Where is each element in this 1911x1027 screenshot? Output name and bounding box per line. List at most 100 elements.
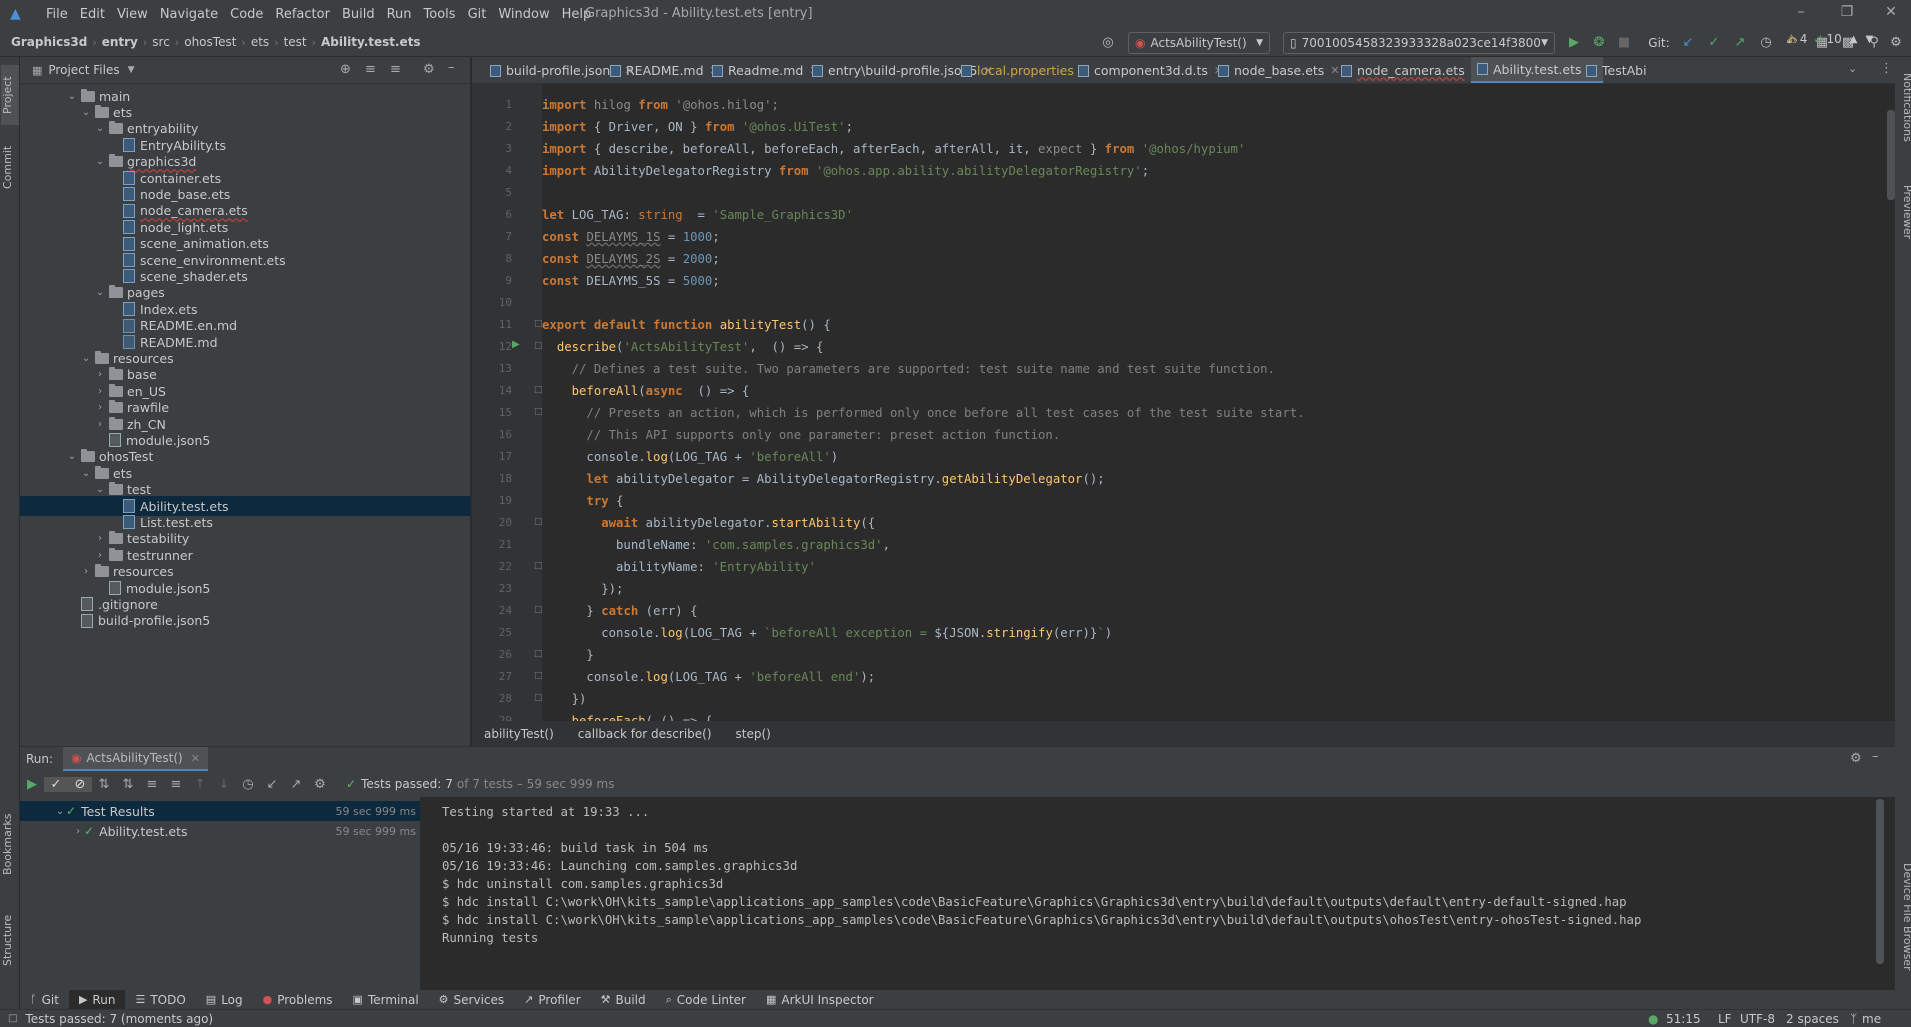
sort-alpha-icon[interactable]: ⇅ [92, 777, 116, 792]
device-select[interactable]: ▯ 7001005458323933328a023ce14f3800 ▼ [1283, 32, 1555, 54]
close-tab-icon[interactable]: ✕ [191, 752, 200, 765]
cursor-position[interactable]: 51:15 [1666, 1012, 1701, 1026]
chevron-down-icon[interactable]: ⌄ [66, 91, 78, 102]
menu-run[interactable]: Run [381, 7, 418, 22]
project-panel-title[interactable]: Project Files [48, 63, 119, 77]
chevron-down-icon[interactable]: ▼ [128, 65, 135, 75]
chevron-right-icon[interactable]: › [80, 566, 92, 577]
tool-tab-code-linter[interactable]: ⌕ Code Linter [656, 990, 756, 1009]
breadcrumb-item[interactable]: entry [99, 35, 141, 49]
collapse-all-icon[interactable]: ≡ [390, 62, 401, 77]
side-tab-structure[interactable]: Structure [1, 905, 19, 975]
show-passed-icon[interactable]: ✓ [44, 776, 68, 792]
side-tab-device-file-browser[interactable]: Device File Browser [1896, 857, 1911, 977]
editor-tab[interactable]: node_camera.ets✕ [1335, 57, 1486, 83]
collapse-all-icon[interactable]: ≡ [164, 777, 188, 792]
editor-tab[interactable]: component3d.d.ts✕ [1072, 57, 1229, 83]
chevron-right-icon[interactable]: › [94, 419, 106, 430]
hide-icon[interactable]: – [1872, 749, 1879, 764]
breadcrumb-item[interactable]: src [149, 35, 173, 49]
tool-tab-arkui-inspector[interactable]: ▦ ArkUI Inspector [756, 990, 884, 1009]
tool-tab-build[interactable]: ⚒ Build [591, 990, 656, 1009]
chevron-right-icon[interactable]: › [94, 386, 106, 397]
expand-all-icon[interactable]: ≡ [365, 62, 376, 77]
debug-icon[interactable]: ❂ [1589, 33, 1609, 53]
tool-tab-profiler[interactable]: ↗ Profiler [514, 990, 590, 1009]
code-area[interactable]: import hilog from '@ohos.hilog'; import {… [542, 84, 1904, 721]
test-file-row[interactable]: › ✓ Ability.test.ets 59 sec 999 ms [20, 821, 420, 841]
tool-tab-run[interactable]: ▶ Run [68, 990, 126, 1009]
tool-tab-log[interactable]: ▤ Log [196, 990, 253, 1009]
crumb-item[interactable]: abilityTest() [472, 727, 566, 741]
tool-tab-todo[interactable]: ☰ TODO [125, 990, 195, 1009]
menu-tools[interactable]: Tools [418, 7, 462, 22]
chevron-right-icon[interactable]: › [94, 369, 106, 380]
tab-list-icon[interactable]: ⌄ [1848, 62, 1857, 75]
run-test-icon[interactable]: ▶ [512, 339, 520, 350]
run-icon[interactable]: ▶ [1564, 33, 1584, 53]
chevron-down-icon[interactable]: ⌄ [66, 451, 78, 462]
menu-view[interactable]: View [111, 7, 154, 22]
chevron-down-icon[interactable]: ⌄ [80, 107, 92, 118]
show-ignored-icon[interactable]: ⊘ [68, 776, 92, 792]
breadcrumb-item[interactable]: ohosTest [181, 35, 239, 49]
chevron-down-icon[interactable]: ⌄ [94, 123, 106, 134]
chevron-down-icon[interactable]: ⌄ [94, 287, 106, 298]
stop-icon[interactable]: ■ [1614, 33, 1634, 53]
hide-icon[interactable]: – [448, 60, 455, 75]
indent-setting[interactable]: 2 spaces [1786, 1012, 1839, 1026]
menu-git[interactable]: Git [462, 7, 493, 22]
chevron-down-icon[interactable]: ⌄ [80, 353, 92, 364]
menu-window[interactable]: Window [492, 7, 555, 22]
expand-all-icon[interactable]: ≡ [140, 777, 164, 792]
git-commit-icon[interactable]: ✓ [1704, 33, 1724, 53]
menu-refactor[interactable]: Refactor [269, 7, 336, 22]
breadcrumb-item[interactable]: Ability.test.ets [318, 35, 424, 49]
close-icon[interactable]: ✕ [1876, 4, 1906, 20]
git-push-icon[interactable]: ↗ [1730, 33, 1750, 53]
history-icon[interactable]: ◷ [236, 777, 260, 792]
prev-failed-icon[interactable]: ↑ [188, 777, 212, 792]
side-tab-previewer[interactable]: Previewer [1896, 177, 1911, 247]
side-tab-commit[interactable]: Commit [1, 137, 19, 197]
side-tab-notifications[interactable]: Notifications [1896, 67, 1911, 147]
locate-icon[interactable]: ⊕ [340, 62, 351, 77]
tree-item[interactable]: build-profile.json5 [20, 611, 470, 631]
breadcrumb-item[interactable]: ets [248, 35, 272, 49]
console-output[interactable]: Testing started at 19:33 ... 05/16 19:33:… [430, 797, 1875, 991]
chevron-down-icon[interactable]: ▼ [1865, 34, 1873, 45]
status-message[interactable]: Tests passed: 7 (moments ago) [25, 1012, 213, 1026]
chevron-down-icon[interactable]: ⌄ [94, 156, 106, 167]
menu-file[interactable]: File [40, 7, 74, 22]
tool-tab-problems[interactable]: ● Problems [253, 990, 343, 1009]
side-tab-project[interactable]: Project [1, 65, 19, 125]
run-config-select[interactable]: ◉ ActsAbilityTest() ▼ [1128, 32, 1270, 54]
next-failed-icon[interactable]: ↓ [212, 777, 236, 792]
more-icon[interactable]: ⋮ [1880, 61, 1893, 76]
target-icon[interactable]: ◎ [1098, 33, 1118, 53]
console-scrollbar[interactable] [1876, 799, 1884, 964]
breadcrumb-item[interactable]: test [281, 35, 310, 49]
crumb-item[interactable]: callback for describe() [566, 727, 724, 741]
chevron-right-icon[interactable]: › [94, 550, 106, 561]
editor-scrollbar[interactable] [1887, 110, 1895, 200]
run-tab[interactable]: ◉ ActsAbilityTest() ✕ [63, 747, 208, 771]
editor-tab[interactable]: TestAbi [1580, 57, 1653, 83]
breadcrumb-item[interactable]: Graphics3d [8, 35, 90, 49]
rerun-icon[interactable]: ▶ [20, 777, 44, 792]
gear-icon[interactable]: ⚙ [1850, 751, 1862, 766]
editor-tab[interactable]: node_base.ets ✕ [1212, 57, 1346, 83]
test-results-root[interactable]: ⌄ ✓ Test Results 59 sec 999 ms [20, 801, 420, 821]
history-icon[interactable]: ◷ [1756, 33, 1776, 53]
git-update-icon[interactable]: ↙ [1678, 33, 1698, 53]
menu-build[interactable]: Build [336, 7, 381, 22]
gear-icon[interactable]: ⚙ [423, 62, 435, 77]
chevron-down-icon[interactable]: ⌄ [94, 484, 106, 495]
chevron-right-icon[interactable]: › [94, 402, 106, 413]
chevron-up-icon[interactable]: ▲ [1850, 34, 1858, 45]
crumb-item[interactable]: step() [724, 727, 783, 741]
import-icon[interactable]: ↙ [260, 777, 284, 792]
tool-tab-git[interactable]: ᚵ Git [20, 990, 69, 1009]
inspection-widget[interactable]: ⚠ 4 ✓ 10 ▲ ▼ [1786, 32, 1873, 46]
side-tab-bookmarks[interactable]: Bookmarks [1, 809, 19, 879]
